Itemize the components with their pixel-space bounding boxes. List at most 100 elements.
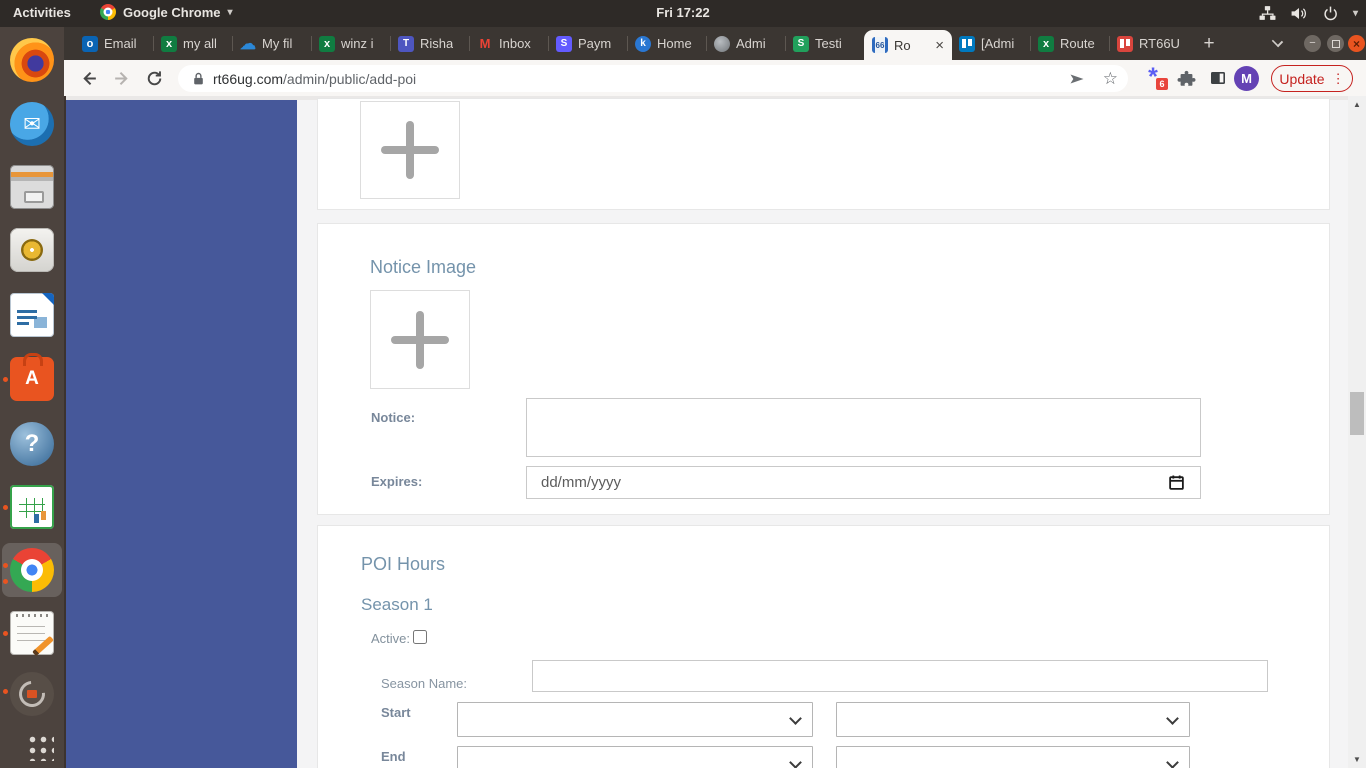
lock-icon: [194, 72, 203, 84]
back-button[interactable]: [77, 66, 101, 90]
tab-my-files[interactable]: My fil: [233, 27, 311, 60]
end-select-a[interactable]: [457, 746, 813, 768]
notification-dot: [3, 631, 8, 636]
end-select-b[interactable]: [836, 746, 1190, 768]
side-panel-icon[interactable]: [1206, 66, 1230, 90]
close-window-button[interactable]: ×: [1348, 35, 1365, 52]
tab-label: Paym: [578, 36, 612, 51]
close-tab-icon[interactable]: ×: [935, 38, 944, 53]
extension-icon[interactable]: * 6: [1142, 63, 1168, 91]
browser-menu-dots-icon[interactable]: ⋮: [1332, 71, 1345, 87]
libreoffice-calc-icon[interactable]: [10, 485, 54, 529]
clock[interactable]: Fri 17:22: [0, 5, 1366, 20]
reload-button[interactable]: [142, 66, 166, 90]
scroll-down-icon[interactable]: ▼: [1348, 755, 1366, 764]
page-scrollbar[interactable]: ▲ ▼: [1348, 96, 1366, 768]
tab-testing[interactable]: Testi: [786, 27, 864, 60]
rhythmbox-icon[interactable]: [10, 228, 54, 272]
s-app-icon: [556, 35, 572, 52]
admin-sidebar: [66, 100, 297, 768]
extensions-puzzle-icon[interactable]: [1174, 66, 1198, 90]
forward-button[interactable]: [109, 66, 133, 90]
k-app-icon: [635, 35, 651, 52]
google-chrome-icon[interactable]: [10, 548, 54, 592]
software-updater-icon[interactable]: [10, 672, 54, 716]
screen: Activities Google Chrome ▾ Fri 17:22 ▾ ✉…: [0, 0, 1366, 768]
notification-dot: [3, 689, 8, 694]
tab-risha[interactable]: Risha: [391, 27, 469, 60]
season-1-heading: Season 1: [361, 595, 433, 614]
tab-label: winz i: [341, 36, 374, 51]
start-label: Start: [381, 705, 411, 720]
tab-inbox[interactable]: Inbox: [470, 27, 548, 60]
tab-winz[interactable]: winz i: [312, 27, 390, 60]
end-time-field: [457, 746, 813, 768]
scroll-up-icon[interactable]: ▲: [1348, 100, 1366, 109]
tab-admin[interactable]: Admi: [707, 27, 785, 60]
notification-dot: [3, 505, 8, 510]
active-label: Active:: [371, 631, 411, 646]
tab-my-all[interactable]: my all: [154, 27, 232, 60]
tab-route-sheet[interactable]: Route: [1031, 27, 1109, 60]
text-editor-icon[interactable]: [10, 611, 54, 655]
tab-email[interactable]: Email: [75, 27, 153, 60]
send-icon[interactable]: [1067, 69, 1087, 89]
teams-icon: [398, 35, 414, 52]
profile-avatar[interactable]: M: [1234, 66, 1259, 91]
show-applications-icon[interactable]: [26, 733, 54, 761]
tab-label: Inbox: [499, 36, 531, 51]
route66-shield-icon: [872, 37, 888, 53]
tab-label: my all: [183, 36, 217, 51]
season-name-input[interactable]: [532, 660, 1268, 692]
tab-rt66[interactable]: RT66U: [1110, 27, 1188, 60]
libreoffice-impress-icon[interactable]: [10, 293, 54, 337]
start-select-a[interactable]: [457, 702, 813, 737]
url-text: rt66ug.com/admin/public/add-poi: [213, 71, 416, 87]
address-bar[interactable]: rt66ug.com/admin/public/add-poi ☆: [178, 65, 1128, 92]
expires-date-input[interactable]: [526, 466, 1201, 499]
notice-card: Notice Image Notice: Expires:: [317, 223, 1330, 515]
bookmark-star-icon[interactable]: ☆: [1103, 70, 1118, 87]
maximize-button[interactable]: [1327, 35, 1344, 52]
expires-date-field: [526, 466, 1201, 499]
tab-search-chevron-icon[interactable]: [1272, 36, 1282, 46]
notice-textarea[interactable]: [526, 398, 1201, 457]
minimize-button[interactable]: −: [1304, 35, 1321, 52]
file-archiver-icon[interactable]: [10, 165, 54, 209]
trello-icon: [959, 35, 975, 52]
tab-admin-trello[interactable]: [Admi: [952, 27, 1030, 60]
active-checkbox[interactable]: [413, 630, 427, 644]
poi-hours-card: POI Hours Season 1 Active: Season Name: …: [317, 525, 1330, 768]
browser-toolbar: rt66ug.com/admin/public/add-poi ☆ * 6 M U…: [64, 60, 1366, 97]
volume-icon[interactable]: [1290, 5, 1308, 22]
help-icon[interactable]: ?: [10, 422, 54, 466]
tab-label: Email: [104, 36, 137, 51]
tab-label: Ro: [894, 37, 911, 53]
ubuntu-software-icon[interactable]: A: [10, 353, 54, 401]
excel-icon: [319, 35, 335, 52]
tab-home[interactable]: Home: [628, 27, 706, 60]
new-tab-button[interactable]: +: [1196, 31, 1222, 57]
poi-hours-heading: POI Hours: [361, 554, 446, 574]
browser-tabstrip: Email my all My fil winz i Risha Inbox P…: [64, 27, 1366, 60]
tab-payments[interactable]: Paym: [549, 27, 627, 60]
scrollbar-thumb[interactable]: [1350, 392, 1364, 435]
tab-label: [Admi: [981, 36, 1015, 51]
chevron-down-icon[interactable]: ▾: [1353, 8, 1358, 19]
firefox-icon[interactable]: [10, 38, 54, 82]
excel-icon: [1038, 35, 1054, 52]
plus-icon: [391, 310, 449, 369]
notice-image-upload-button[interactable]: [370, 290, 470, 389]
power-icon[interactable]: [1322, 5, 1339, 22]
poi-image-upload-button[interactable]: [360, 101, 460, 199]
update-button[interactable]: Update ⋮: [1271, 65, 1353, 92]
thunderbird-icon[interactable]: ✉: [10, 102, 54, 146]
excel-icon: [161, 35, 177, 52]
network-icon[interactable]: [1259, 5, 1276, 22]
start-select-b[interactable]: [836, 702, 1190, 737]
ubuntu-topbar: Activities Google Chrome ▾ Fri 17:22 ▾: [0, 0, 1366, 27]
calendar-icon[interactable]: [1168, 474, 1185, 491]
tab-label: Testi: [815, 36, 842, 51]
tab-route66-active[interactable]: Ro ×: [864, 30, 952, 60]
ubuntu-dock: ✉ A ?: [0, 27, 64, 768]
